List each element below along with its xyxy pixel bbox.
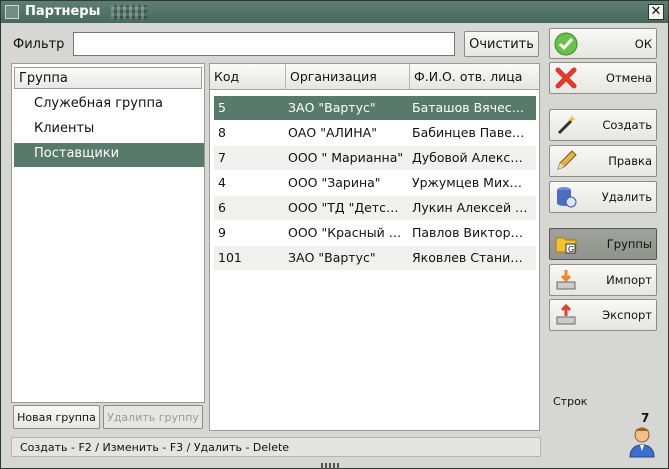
cell-person: Уржумцев Мих… [412,175,522,190]
table-row[interactable]: 101 ЗАО "Вартус" Яковлев Стани… [214,246,536,270]
cell-person: Яковлев Стани… [412,250,523,265]
create-label: Создать [602,118,652,132]
table-header: Код Организация Ф.И.О. отв. лица [210,64,539,90]
group-item-suppliers[interactable]: Поставщики [14,143,204,167]
groups-panel: Группа Служебная группа Клиенты Поставщи… [11,63,205,403]
checkmark-icon [554,32,578,56]
cell-person: Бабинцев Паве… [412,125,525,140]
partners-table: Код Организация Ф.И.О. отв. лица 5 ЗАО "… [209,63,540,431]
filter-label: Фильтр [13,37,65,52]
groups-button[interactable]: G Группы [549,228,657,260]
table-row[interactable]: 6 ООО "ТД "Детс… Лукин Алексей … [214,196,536,220]
cell-org: ООО "Зарина" [288,175,381,190]
svg-text:G: G [568,245,574,254]
new-group-button[interactable]: Новая группа [13,405,100,429]
groups-label: Группы [606,237,652,251]
folder-icon: G [555,237,577,254]
cell-code: 7 [218,150,226,165]
edit-label: Правка [608,154,652,168]
cell-code: 5 [218,100,226,115]
import-button[interactable]: Импорт [549,264,657,296]
cell-code: 101 [218,250,242,265]
column-header-person[interactable]: Ф.И.О. отв. лица [410,64,539,89]
table-row[interactable]: 8 ОАО "АЛИНА" Бабинцев Паве… [214,121,536,145]
edit-button[interactable]: Правка [549,145,657,177]
cell-org: ЗАО "Вартус" [288,250,376,265]
cell-code: 8 [218,125,226,140]
export-icon [556,303,576,325]
cell-org: ЗАО "Вартус" [288,100,376,115]
cell-org: ООО "ТД "Детс… [288,200,399,215]
export-button[interactable]: Экспорт [549,299,657,331]
column-header-code[interactable]: Код [210,64,286,89]
cell-person: Баташов Вячес… [412,100,525,115]
cell-person: Дубовой Алекс… [412,150,523,165]
cell-org: ООО "Красный … [288,225,402,240]
import-icon [556,270,576,290]
cell-code: 4 [218,175,226,190]
cell-person: Павлов Виктор… [412,225,524,240]
cross-icon [555,67,577,89]
delete-button[interactable]: Удалить [549,181,657,213]
partners-window: Партнеры ✕ Фильтр Очистить Группа Служеб… [0,0,669,469]
pencil-icon [557,150,577,170]
import-label: Импорт [606,273,652,287]
table-row[interactable]: 7 ООО " Марианна" Дубовой Алекс… [214,146,536,170]
cell-code: 6 [218,200,226,215]
magic-wand-icon [557,115,576,135]
column-header-org[interactable]: Организация [286,64,410,89]
delete-label: Удалить [601,190,652,204]
clear-filter-button[interactable]: Очистить [464,31,539,57]
table-row[interactable]: 5 ЗАО "Вартус" Баташов Вячес… [214,96,536,120]
cancel-label: Отмена [605,71,652,85]
cell-code: 9 [218,225,226,240]
delete-database-icon [557,187,577,208]
table-row[interactable]: 4 ООО "Зарина" Уржумцев Мих… [214,171,536,195]
window-menu-icon[interactable] [5,5,19,19]
cancel-button[interactable]: Отмена [549,62,657,94]
ok-button[interactable]: ОК [549,28,657,59]
group-item-service[interactable]: Служебная группа [14,93,204,117]
table-row[interactable]: 9 ООО "Красный … Павлов Виктор… [214,221,536,245]
filter-input[interactable] [73,32,455,56]
delete-group-button[interactable]: Удалить группу [103,405,203,429]
ok-label: ОК [634,36,652,51]
cell-org: ООО " Марианна" [288,150,404,165]
cell-org: ОАО "АЛИНА" [288,125,377,140]
user-icon[interactable] [628,426,656,458]
rows-count: 7 [641,411,650,425]
create-button[interactable]: Создать [549,109,657,141]
resize-grip[interactable] [321,463,339,469]
cell-person: Лукин Алексей … [412,200,528,215]
close-button[interactable]: ✕ [648,4,664,20]
group-item-clients[interactable]: Клиенты [14,118,204,142]
title-decoration [111,5,147,19]
export-label: Экспорт [602,308,652,322]
window-title: Партнеры [25,4,101,19]
status-bar: Создать - F2 / Изменить - F3 / Удалить -… [11,437,541,457]
groups-header[interactable]: Группа [14,67,202,89]
rows-label: Строк [553,395,588,408]
title-bar[interactable]: Партнеры ✕ [1,1,668,23]
